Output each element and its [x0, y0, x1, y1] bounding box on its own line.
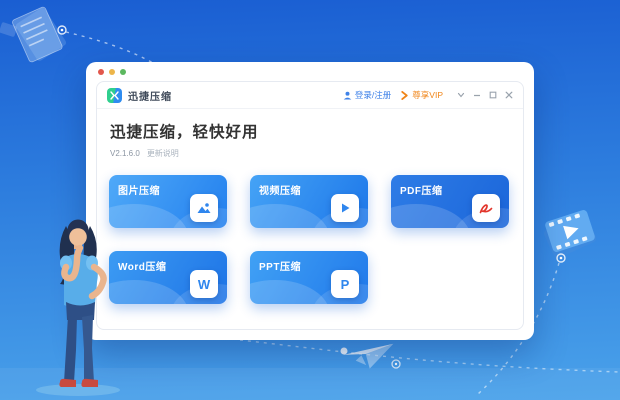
minimize-icon[interactable] — [473, 91, 481, 99]
ppt-icon: P — [331, 270, 359, 298]
shadow — [36, 384, 120, 396]
version-note-link[interactable]: 更新说明 — [147, 148, 179, 159]
dashed-curve-bottom — [240, 340, 620, 372]
page-title: 迅捷压缩，轻快好用 — [110, 120, 510, 142]
word-icon: W — [190, 270, 218, 298]
card-label: 图片压缩 — [118, 182, 160, 197]
woman-illustration — [24, 212, 136, 398]
app-surface: 迅捷压缩 登录/注册 尊享VIP — [96, 81, 524, 330]
card-label: PPT压缩 — [259, 258, 301, 273]
app-titlebar: 迅捷压缩 登录/注册 尊享VIP — [97, 82, 523, 109]
card-video-compress[interactable]: 视频压缩 — [250, 175, 368, 228]
image-icon — [190, 194, 218, 222]
app-logo-icon — [107, 88, 122, 103]
chevron-down-icon[interactable] — [457, 91, 465, 99]
vip-arrow-icon — [400, 91, 409, 100]
ppt-letter: P — [341, 278, 350, 291]
traffic-light-red[interactable] — [98, 69, 104, 75]
traffic-lights — [98, 69, 126, 75]
traffic-light-green[interactable] — [120, 69, 126, 75]
vip-label: 尊享VIP — [412, 89, 443, 101]
card-pdf-compress[interactable]: PDF压缩 — [391, 175, 509, 228]
feature-card-grid: 图片压缩 视频压缩 PDF压缩 — [97, 163, 523, 304]
paper-plane-icon — [342, 337, 393, 371]
window-controls — [457, 91, 513, 99]
card-label: 视频压缩 — [259, 182, 301, 197]
node-ring-top — [58, 26, 66, 34]
pdf-icon — [472, 194, 500, 222]
node-dot-bottom — [341, 348, 348, 355]
login-label: 登录/注册 — [355, 89, 391, 101]
film-icon — [540, 209, 599, 261]
version-label: V2.1.6.0 — [110, 149, 140, 158]
card-ppt-compress[interactable]: PPT压缩 P — [250, 251, 368, 304]
close-icon[interactable] — [505, 91, 513, 99]
maximize-icon[interactable] — [489, 91, 497, 99]
app-window: 迅捷压缩 登录/注册 尊享VIP — [86, 62, 534, 340]
node-ring-bottom — [392, 360, 400, 368]
login-button[interactable]: 登录/注册 — [343, 89, 391, 101]
play-icon — [331, 194, 359, 222]
traffic-light-yellow[interactable] — [109, 69, 115, 75]
user-icon — [343, 91, 352, 100]
card-label: PDF压缩 — [400, 182, 443, 197]
vip-button[interactable]: 尊享VIP — [400, 89, 443, 101]
document-icon — [12, 4, 70, 66]
app-title: 迅捷压缩 — [128, 88, 172, 103]
word-letter: W — [198, 278, 210, 291]
